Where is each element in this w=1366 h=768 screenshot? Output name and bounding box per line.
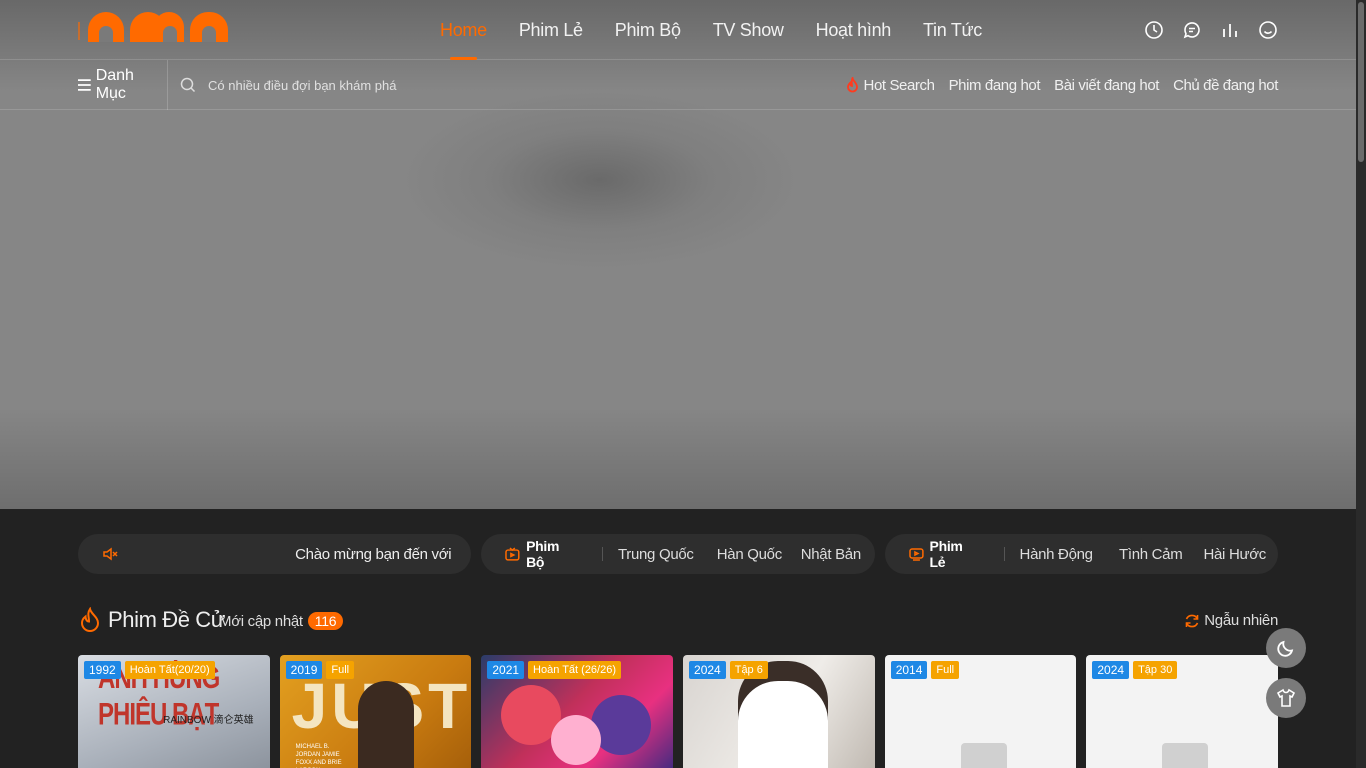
image-placeholder-icon: [1162, 743, 1209, 768]
stats-icon[interactable]: [1220, 20, 1240, 40]
nav-series[interactable]: Phim Bộ: [599, 0, 697, 60]
movie-card-list: ANH HÙNG PHIÊU BẠT RAINBOW 滴仑英雄 1992 Hoà…: [78, 655, 1279, 768]
nav-tv-show[interactable]: TV Show: [697, 0, 800, 60]
poster-subtitle: MICHAEL B. JORDAN JAMIE FOXX AND BRIE LA…: [295, 744, 342, 766]
logo-shape: [99, 26, 113, 42]
series-heading-label: Phim Bộ: [526, 538, 560, 570]
poster-art: [591, 695, 652, 755]
status-badge: Hoàn Tất (26/26): [528, 661, 622, 679]
category-comedy[interactable]: Hài Hước: [1203, 546, 1278, 563]
category-action[interactable]: Hành Động: [1020, 546, 1104, 563]
year-badge: 2024: [689, 661, 726, 679]
nav-animation[interactable]: Hoạt hình: [800, 0, 907, 60]
card-badges: 2019 Full: [285, 661, 355, 679]
category-romance[interactable]: Tình Cảm: [1119, 546, 1194, 563]
movie-card[interactable]: 2024 Tập 30: [1086, 655, 1279, 768]
status-badge: Full: [931, 661, 960, 679]
scrollbar[interactable]: [1356, 0, 1366, 768]
status-badge: Full: [326, 661, 355, 679]
card-badges: 2024 Tập 6: [689, 661, 768, 679]
movie-card[interactable]: ANH HÙNG PHIÊU BẠT RAINBOW 滴仑英雄 1992 Hoà…: [78, 655, 270, 768]
status-badge: Hoàn Tất(20/20): [124, 661, 215, 679]
year-badge: 2021: [487, 661, 525, 679]
hot-search-link[interactable]: Hot Search: [845, 77, 935, 94]
search-icon[interactable]: [180, 77, 196, 93]
movies-heading-label: Phim Lẻ: [929, 538, 963, 570]
recently-updated[interactable]: Mới cập nhật 116: [219, 612, 344, 630]
movie-card[interactable]: 2021 Hoàn Tất (26/26): [481, 655, 674, 768]
hot-topics-link[interactable]: Chủ đề đang hot: [1173, 77, 1278, 94]
section-header: Phim Đề Cử Mới cập nhật 116 Ngẫu nhiên: [78, 607, 1278, 637]
welcome-text: Chào mừng bạn đến với: [295, 545, 452, 563]
poster-figure: [357, 681, 414, 768]
movies-pill: Phim Lẻ Hành Động Tình Cảm Hài Hước: [884, 534, 1278, 574]
moon-icon: [1277, 640, 1294, 657]
movies-heading[interactable]: Phim Lẻ: [908, 538, 1005, 570]
chat-icon[interactable]: [1182, 20, 1202, 40]
series-heading[interactable]: Phim Bộ: [505, 538, 603, 570]
series-pill: Phim Bộ Trung Quốc Hàn Quốc Nhật Bản: [481, 534, 875, 574]
tv-icon: [908, 548, 924, 561]
movie-card[interactable]: 2024 Tập 6: [683, 655, 875, 768]
year-badge: 2019: [285, 661, 323, 679]
poster-subtitle: RAINBOW 滴仑英雄: [163, 715, 254, 726]
movie-card[interactable]: JUST MICHAEL B. JORDAN JAMIE FOXX AND BR…: [279, 655, 472, 768]
section-title-text: Phim Đề Cử: [108, 607, 226, 632]
category-japan[interactable]: Nhật Bản: [801, 546, 875, 563]
fire-icon: [80, 607, 100, 632]
category-label: Danh Mục: [95, 67, 134, 102]
card-badges: 2024 Tập 30: [1092, 661, 1178, 679]
movie-card[interactable]: 2014 Full: [884, 655, 1077, 768]
card-badges: 2014 Full: [890, 661, 960, 679]
logo-shape: [202, 26, 216, 42]
nav-home[interactable]: Home: [440, 0, 503, 60]
site-logo[interactable]: logo: [78, 12, 228, 42]
menu-icon: [78, 79, 91, 91]
card-badges: 2021 Hoàn Tất (26/26): [487, 661, 622, 679]
welcome-pill: Chào mừng bạn đến với: [78, 534, 472, 574]
logo-shape: [163, 26, 177, 42]
status-badge: Tập 30: [1133, 661, 1178, 679]
tv-icon: [505, 547, 520, 561]
section-title: Phim Đề Cử: [78, 607, 225, 633]
top-navigation: logo Home Phim Lẻ Phim Bộ TV Show Hoạt h…: [0, 0, 1356, 60]
dark-mode-toggle[interactable]: [1266, 628, 1306, 668]
nav-single-movies[interactable]: Phim Lẻ: [503, 0, 599, 60]
smile-icon[interactable]: [1258, 20, 1278, 40]
random-button[interactable]: Ngẫu nhiên: [1184, 612, 1278, 629]
card-badges: 1992 Hoàn Tất(20/20): [84, 661, 215, 679]
category-china[interactable]: Trung Quốc: [618, 546, 702, 563]
speaker-mute-icon[interactable]: [102, 546, 118, 562]
hot-search-label: Hot Search: [863, 76, 935, 94]
search-bar: [180, 74, 560, 96]
hot-movies-link[interactable]: Phim đang hot: [949, 77, 1041, 94]
year-badge: 1992: [84, 661, 121, 679]
filter-bar: Chào mừng bạn đến với Phim Bộ Trung Quốc…: [78, 534, 1278, 574]
main-nav: Home Phim Lẻ Phim Bộ TV Show Hoạt hình T…: [440, 0, 998, 60]
category-korea[interactable]: Hàn Quốc: [717, 546, 791, 563]
recently-updated-label: Mới cập nhật: [219, 612, 303, 630]
history-icon[interactable]: [1144, 20, 1164, 40]
random-label: Ngẫu nhiên: [1204, 612, 1278, 629]
category-menu-button[interactable]: Danh Mục: [78, 60, 168, 110]
image-placeholder-icon: [960, 743, 1007, 768]
fire-icon: [846, 77, 858, 93]
updated-count-badge: 116: [307, 612, 344, 630]
hot-posts-link[interactable]: Bài viết đang hot: [1054, 77, 1159, 94]
year-badge: 2014: [890, 661, 928, 679]
skin-button[interactable]: [1266, 678, 1306, 718]
hot-links: Hot Search Phim đang hot Bài viết đang h…: [845, 60, 1278, 110]
poster-art: [551, 715, 602, 765]
nav-news[interactable]: Tin Tức: [907, 0, 998, 60]
year-badge: 2024: [1092, 661, 1130, 679]
nav-icon-group: [1144, 20, 1278, 40]
refresh-icon: [1185, 614, 1199, 627]
search-input[interactable]: [208, 77, 548, 93]
logo-bar: [78, 22, 80, 40]
scrollbar-thumb[interactable]: [1358, 2, 1364, 162]
tshirt-icon: [1276, 688, 1296, 707]
sub-navigation: Danh Mục Hot Search Phim đang hot Bài vi…: [0, 60, 1356, 110]
status-badge: Tập 6: [729, 661, 768, 679]
